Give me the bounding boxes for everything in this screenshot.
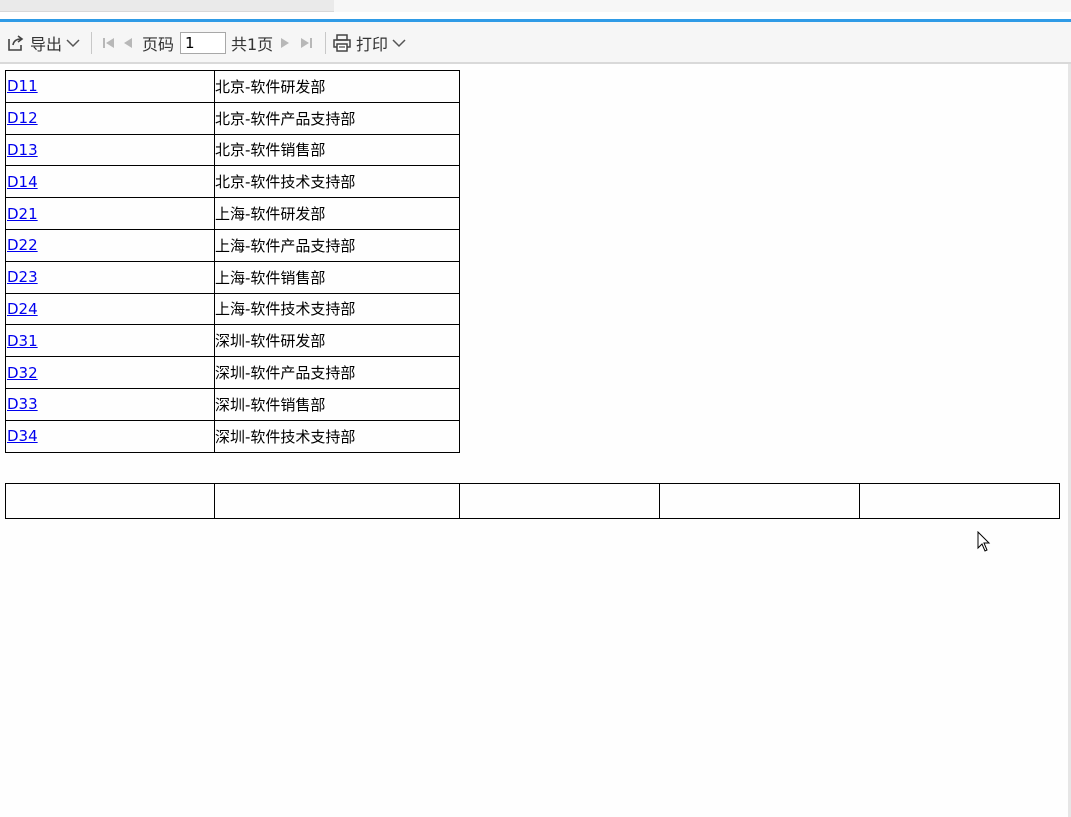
table-row: D34 深圳-软件技术支持部 bbox=[5, 419, 460, 453]
table-row: D32 深圳-软件产品支持部 bbox=[5, 356, 460, 389]
last-page-button[interactable] bbox=[298, 22, 314, 64]
department-name-cell: 上海-软件销售部 bbox=[214, 260, 460, 294]
department-code-link[interactable]: D24 bbox=[7, 300, 38, 318]
department-name-cell: 深圳-软件研发部 bbox=[214, 324, 460, 358]
report-toolbar: 导出 页码 共1页 bbox=[0, 22, 1071, 64]
code-cell: D32 bbox=[5, 356, 215, 389]
browser-tab-strip bbox=[0, 0, 1071, 19]
table-cell bbox=[859, 483, 1060, 519]
next-page-icon bbox=[278, 36, 292, 50]
prev-page-button[interactable] bbox=[121, 22, 135, 64]
code-cell: D24 bbox=[5, 292, 215, 326]
table-row: D11 北京-软件研发部 bbox=[5, 70, 460, 103]
code-cell: D31 bbox=[5, 324, 215, 358]
export-button[interactable]: 导出 bbox=[6, 22, 80, 64]
table-row: D13 北京-软件销售部 bbox=[5, 133, 460, 167]
page-number-input[interactable] bbox=[180, 32, 226, 54]
empty-table bbox=[5, 483, 1060, 519]
table-row bbox=[5, 483, 1060, 519]
department-code-link[interactable]: D21 bbox=[7, 205, 38, 223]
department-code-link[interactable]: D34 bbox=[7, 427, 38, 445]
table-row: D31 深圳-软件研发部 bbox=[5, 324, 460, 358]
export-label: 导出 bbox=[30, 35, 63, 54]
first-page-icon bbox=[101, 36, 117, 50]
page-number-label: 页码 bbox=[142, 35, 175, 54]
department-name-cell: 深圳-软件销售部 bbox=[214, 387, 460, 421]
table-cell bbox=[659, 483, 860, 519]
code-cell: D12 bbox=[5, 101, 215, 135]
department-code-link[interactable]: D22 bbox=[7, 236, 38, 254]
department-code-link[interactable]: D12 bbox=[7, 109, 38, 127]
department-name-cell: 北京-软件销售部 bbox=[214, 133, 460, 167]
department-name-cell: 上海-软件技术支持部 bbox=[214, 292, 460, 326]
browser-address-area bbox=[334, 0, 1071, 12]
table-row: D24 上海-软件技术支持部 bbox=[5, 292, 460, 326]
table-row: D33 深圳-软件销售部 bbox=[5, 387, 460, 421]
code-cell: D14 bbox=[5, 165, 215, 199]
mouse-cursor-icon bbox=[977, 530, 991, 557]
table-row: D12 北京-软件产品支持部 bbox=[5, 101, 460, 135]
last-page-icon bbox=[298, 36, 314, 50]
department-code-link[interactable]: D11 bbox=[7, 77, 38, 95]
code-cell: D21 bbox=[5, 197, 215, 230]
department-name-cell: 北京-软件技术支持部 bbox=[214, 165, 460, 199]
code-cell: D33 bbox=[5, 387, 215, 421]
print-icon bbox=[332, 33, 352, 53]
chevron-down-icon bbox=[392, 38, 406, 48]
department-name-cell: 深圳-软件技术支持部 bbox=[214, 419, 460, 453]
code-cell: D13 bbox=[5, 133, 215, 167]
department-code-link[interactable]: D14 bbox=[7, 173, 38, 191]
table-row: D14 北京-软件技术支持部 bbox=[5, 165, 460, 199]
table-cell bbox=[5, 483, 215, 519]
department-code-link[interactable]: D13 bbox=[7, 141, 38, 159]
table-row: D23 上海-软件销售部 bbox=[5, 260, 460, 294]
table-row: D21 上海-软件研发部 bbox=[5, 197, 460, 230]
code-cell: D23 bbox=[5, 260, 215, 294]
department-name-cell: 深圳-软件产品支持部 bbox=[214, 356, 460, 389]
next-page-button[interactable] bbox=[278, 22, 292, 64]
browser-tab[interactable] bbox=[0, 0, 334, 12]
first-page-button[interactable] bbox=[101, 22, 117, 64]
department-name-cell: 上海-软件研发部 bbox=[214, 197, 460, 230]
toolbar-divider bbox=[325, 32, 326, 54]
table-row: D22 上海-软件产品支持部 bbox=[5, 228, 460, 262]
print-label: 打印 bbox=[356, 35, 389, 54]
code-cell: D22 bbox=[5, 228, 215, 262]
department-name-cell: 北京-软件产品支持部 bbox=[214, 101, 460, 135]
code-cell: D11 bbox=[5, 70, 215, 103]
department-code-link[interactable]: D32 bbox=[7, 364, 38, 382]
toolbar-divider bbox=[91, 32, 92, 54]
table-cell bbox=[459, 483, 660, 519]
department-table: D11 北京-软件研发部 D12 北京-软件产品支持部 D13 北京-软件销售部 D14 北京… bbox=[5, 70, 460, 453]
department-code-link[interactable]: D23 bbox=[7, 268, 38, 286]
prev-page-icon bbox=[121, 36, 135, 50]
table-cell bbox=[214, 483, 460, 519]
export-icon bbox=[6, 33, 26, 53]
chevron-down-icon bbox=[66, 38, 80, 48]
print-button[interactable]: 打印 bbox=[332, 22, 406, 64]
code-cell: D34 bbox=[5, 419, 215, 453]
total-pages-label: 共1页 bbox=[231, 35, 274, 54]
department-name-cell: 北京-软件研发部 bbox=[214, 70, 460, 103]
department-code-link[interactable]: D33 bbox=[7, 395, 38, 413]
department-code-link[interactable]: D31 bbox=[7, 332, 38, 350]
department-name-cell: 上海-软件产品支持部 bbox=[214, 228, 460, 262]
